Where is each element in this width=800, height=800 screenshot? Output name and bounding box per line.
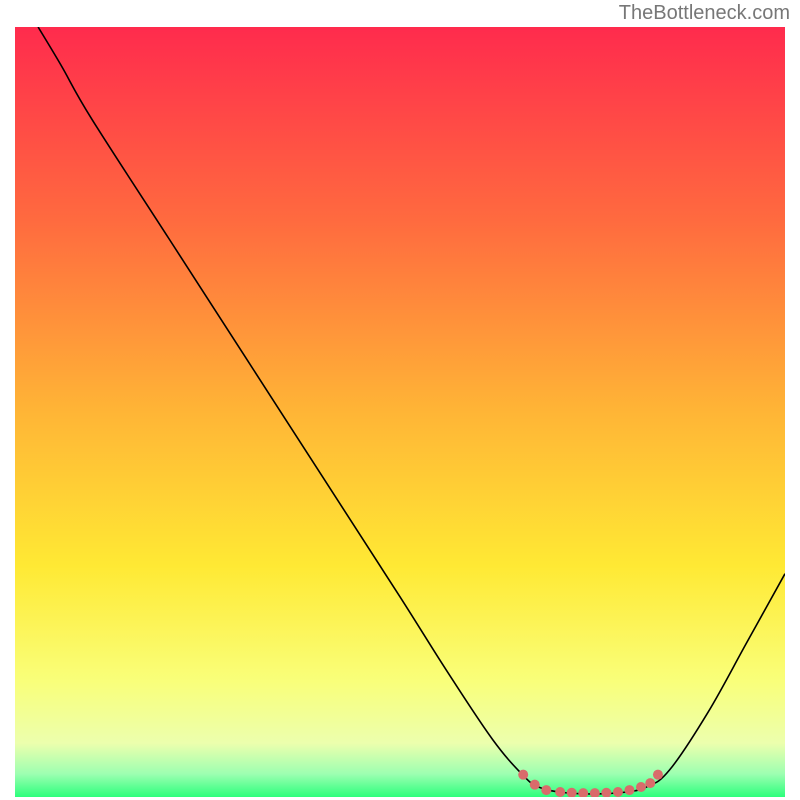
highlight-dot <box>530 780 540 790</box>
highlight-dot <box>541 785 551 795</box>
chart-area <box>15 27 785 797</box>
chart-svg <box>15 27 785 797</box>
highlight-dot <box>613 787 623 797</box>
watermark-text: TheBottleneck.com <box>619 2 790 25</box>
highlight-dot <box>645 778 655 788</box>
highlight-dot <box>624 785 634 795</box>
highlight-dot <box>518 770 528 780</box>
highlight-dot <box>555 787 565 797</box>
highlight-dot <box>636 782 646 792</box>
gradient-background <box>15 27 785 797</box>
highlight-dot <box>653 770 663 780</box>
